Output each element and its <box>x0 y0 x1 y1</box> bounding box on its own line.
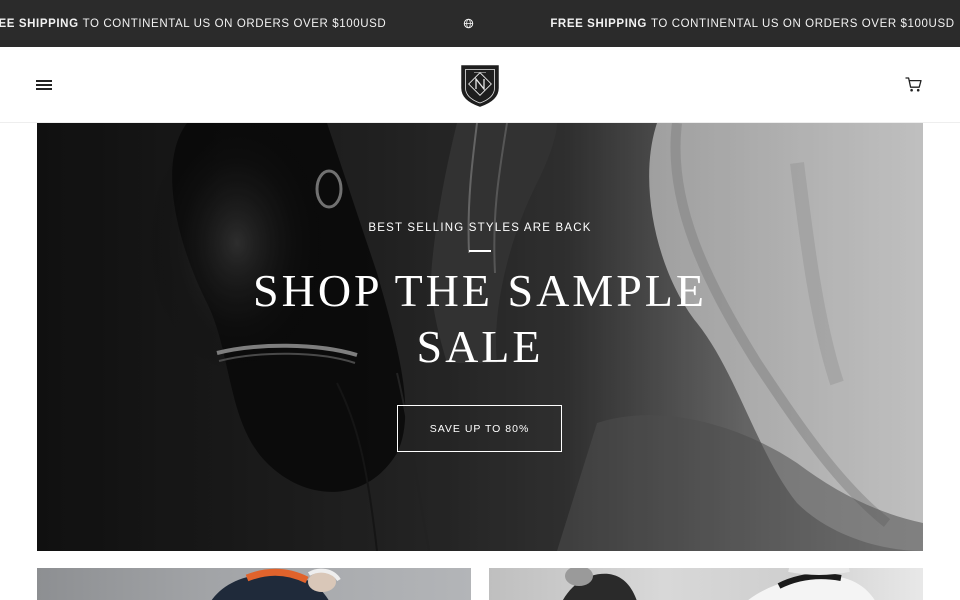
announcement-track: FREE SHIPPING TO CONTINENTAL US ON ORDER… <box>0 0 960 47</box>
tile-image-rider-orange-collar <box>211 568 341 600</box>
announcement-strong: FREE SHIPPING <box>550 17 647 30</box>
collection-tile-rider[interactable] <box>37 568 471 600</box>
site-header <box>0 47 960 123</box>
shopping-cart-icon <box>905 77 922 92</box>
announcement-item: FREE SHIPPING TO CONTINENTAL US ON ORDER… <box>550 18 954 30</box>
globe-icon <box>462 18 474 30</box>
hamburger-icon <box>36 80 52 82</box>
collection-tile-jackets[interactable] <box>489 568 923 600</box>
announcement-text: TO CONTINENTAL US ON ORDERS OVER $100USD <box>82 17 387 30</box>
announcement-item: FREE SHIPPING TO CONTINENTAL US ON ORDER… <box>0 18 386 30</box>
shield-crest-logo[interactable] <box>459 62 501 108</box>
hero-content: BEST SELLING STYLES ARE BACK SHOP THE SA… <box>37 123 923 551</box>
hamburger-icon <box>36 88 52 90</box>
hero-kicker: BEST SELLING STYLES ARE BACK <box>368 222 592 234</box>
announcement-strong: FREE SHIPPING <box>0 17 79 30</box>
tile-image-riders-jackets <box>562 568 875 600</box>
hero-banner: BEST SELLING STYLES ARE BACK SHOP THE SA… <box>37 123 923 551</box>
save-up-button[interactable]: SAVE UP TO 80% <box>397 405 562 452</box>
menu-button[interactable] <box>36 78 54 92</box>
cart-button[interactable] <box>905 76 925 94</box>
hero-divider <box>469 250 491 252</box>
announcement-text: TO CONTINENTAL US ON ORDERS OVER $100USD <box>650 17 955 30</box>
hamburger-icon <box>36 84 52 86</box>
hero-title: SHOP THE SAMPLE SALE <box>253 265 707 372</box>
announcement-bar: FREE SHIPPING TO CONTINENTAL US ON ORDER… <box>0 0 960 47</box>
